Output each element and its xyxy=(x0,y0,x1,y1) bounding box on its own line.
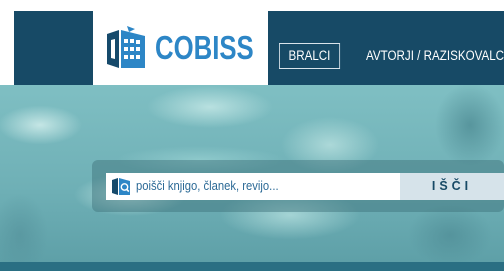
top-strip xyxy=(0,0,504,11)
search-button[interactable]: IŠČI xyxy=(400,173,504,200)
nav-readers-button[interactable]: BRALCI xyxy=(279,43,340,69)
book-search-icon xyxy=(112,178,130,195)
search-placeholder: poišči knjigo, članek, revijo... xyxy=(136,179,279,193)
page: COBISS BRALCI AVTORJI / RAZISKOVALCI poi… xyxy=(0,0,504,271)
nav-authors-link[interactable]: AVTORJI / RAZISKOVALCI xyxy=(366,47,504,65)
logo-text: COBISS xyxy=(155,29,254,66)
search-input[interactable]: poišči knjigo, članek, revijo... xyxy=(106,173,400,200)
cobiss-book-icon xyxy=(107,26,145,68)
cobiss-logo-link[interactable]: COBISS xyxy=(93,11,268,85)
hero-bottom-bar xyxy=(0,262,504,271)
